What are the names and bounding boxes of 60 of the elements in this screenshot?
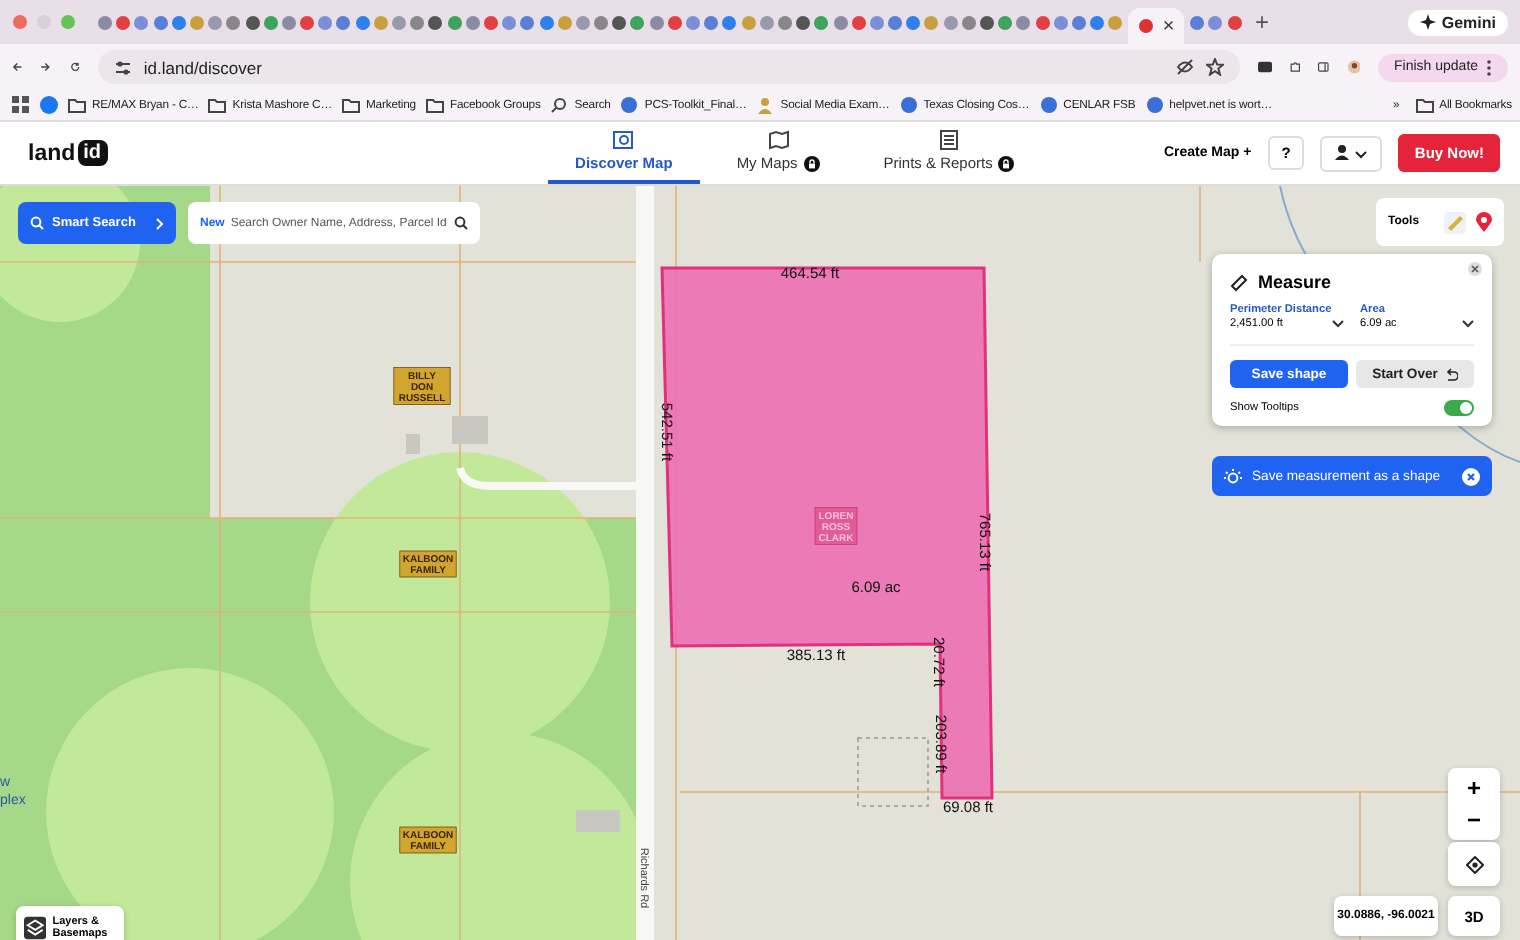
chevron-right-icon (156, 217, 164, 229)
eye-off-icon[interactable] (1175, 58, 1194, 76)
chevron-down-icon (1354, 149, 1369, 159)
map-search-icon (612, 130, 635, 150)
book-icon (767, 130, 790, 150)
zoom-out-button[interactable]: − (1466, 804, 1481, 836)
extension-icon[interactable] (1257, 58, 1272, 76)
search-icon (30, 216, 44, 230)
locate-icon (1465, 855, 1483, 873)
site-favicon-icon (620, 96, 639, 114)
close-window-icon[interactable] (12, 14, 28, 30)
chevron-down-icon (1332, 320, 1344, 328)
map-pin-icon[interactable] (1476, 212, 1492, 232)
person-icon (756, 96, 775, 114)
close-tab-button[interactable]: × (1162, 15, 1175, 37)
forward-icon[interactable] (40, 58, 52, 76)
undo-icon (1443, 367, 1458, 381)
back-icon[interactable] (12, 58, 23, 76)
logo: land id (28, 122, 108, 184)
facebook-icon (40, 96, 58, 114)
tooltips-toggle[interactable] (1444, 400, 1474, 416)
side-panel-icon[interactable] (1318, 58, 1330, 76)
ruler-icon[interactable] (1444, 211, 1466, 233)
site-favicon-icon (899, 96, 918, 114)
apps-grid-icon[interactable] (12, 96, 30, 114)
close-icon[interactable] (1462, 467, 1480, 485)
new-tab-button[interactable]: + (1255, 8, 1270, 36)
more-vertical-icon (1486, 59, 1493, 75)
sparkle-icon (1419, 14, 1436, 30)
address-bar[interactable]: id.land/discover (97, 50, 1240, 84)
site-settings-icon[interactable] (113, 59, 132, 75)
profile-avatar-icon[interactable] (1347, 56, 1360, 78)
bookmark-item[interactable] (40, 96, 58, 114)
search-icon[interactable] (454, 216, 468, 230)
gemini-button[interactable]: Gemini (1407, 9, 1508, 35)
ruler-icon (1230, 273, 1248, 291)
url-text: id.land/discover (143, 57, 262, 77)
lock-icon (803, 155, 820, 171)
search-icon (550, 96, 569, 114)
lock-icon (998, 155, 1015, 171)
account-button[interactable] (1320, 135, 1383, 171)
report-icon (938, 130, 961, 150)
chevron-down-icon (1462, 320, 1474, 328)
site-favicon-icon (1145, 96, 1164, 114)
reload-icon[interactable] (69, 58, 80, 76)
folder-icon (342, 96, 360, 114)
layers-icon (24, 916, 47, 940)
panel-title: Measure (1258, 272, 1332, 292)
folder-icon (208, 96, 227, 114)
close-icon[interactable] (1468, 262, 1482, 276)
maximize-window-icon[interactable] (60, 14, 76, 30)
folder-icon (68, 96, 86, 114)
bookmark-star-icon[interactable] (1205, 58, 1224, 76)
locate-button[interactable] (1448, 842, 1500, 886)
folder-icon (425, 96, 444, 114)
user-icon (1334, 143, 1351, 159)
puzzle-icon[interactable] (1289, 58, 1301, 76)
folder-icon (1415, 96, 1434, 114)
site-favicon-icon (1039, 96, 1058, 114)
zoom-in-button[interactable]: + (1466, 772, 1481, 804)
